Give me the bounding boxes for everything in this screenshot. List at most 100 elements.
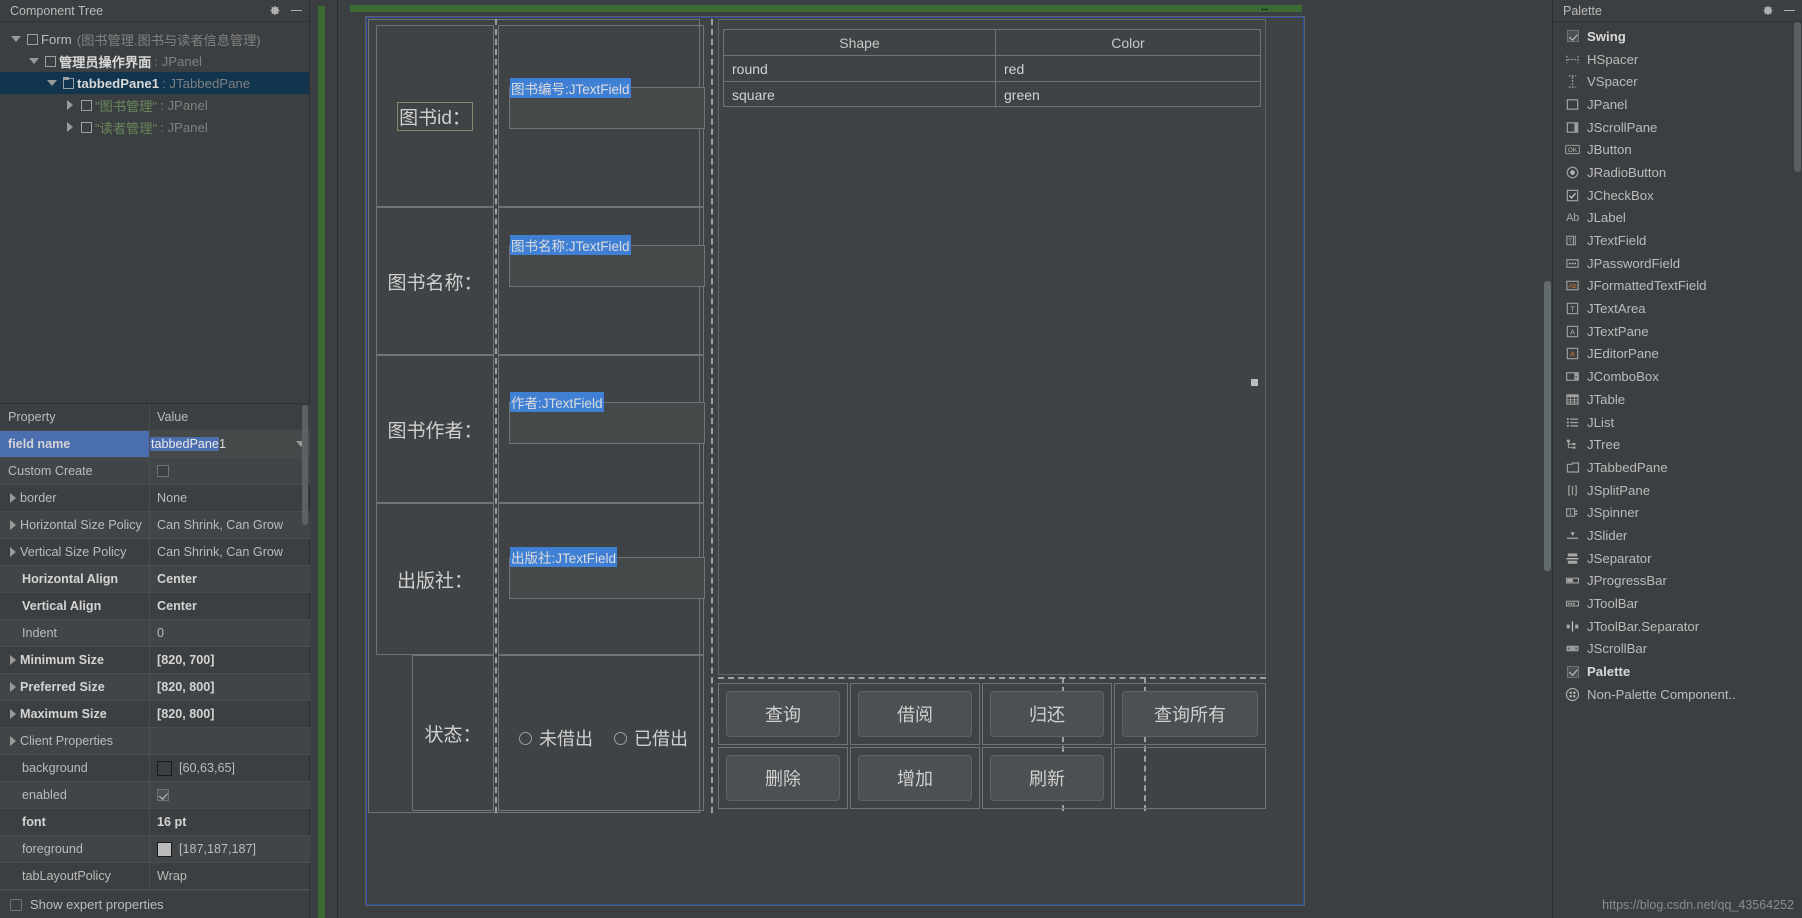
- property-value[interactable]: [820, 800]: [150, 674, 310, 700]
- form-design-canvas[interactable]: 图书id： 图书名称： 图书作者： 出版社： 状态： 图书编号:JTextFie…: [365, 16, 1305, 906]
- table-row[interactable]: square green: [724, 82, 1260, 108]
- property-row-tablayoutpolicy[interactable]: tabLayoutPolicy Wrap: [0, 863, 310, 890]
- property-row-preferred-size[interactable]: Preferred Size [820, 800]: [0, 674, 310, 701]
- property-value[interactable]: 16 pt: [150, 809, 310, 835]
- property-row-maximum-size[interactable]: Maximum Size [820, 800]: [0, 701, 310, 728]
- tree-node-admin-panel[interactable]: 管理员操作界面 : JPanel: [0, 50, 309, 72]
- canvas-vertical-scrollbar[interactable]: [1543, 16, 1552, 616]
- palette-item-jscrollbar[interactable]: JScrollBar: [1553, 638, 1802, 661]
- palette-item-jtoolbar-separator[interactable]: JToolBar.Separator: [1553, 615, 1802, 638]
- property-value[interactable]: [820, 800]: [150, 701, 310, 727]
- property-row-border[interactable]: border None: [0, 485, 310, 512]
- property-value[interactable]: [150, 728, 310, 754]
- expand-twisty-icon[interactable]: [6, 682, 20, 692]
- property-value[interactable]: [150, 458, 310, 484]
- color-swatch[interactable]: [157, 760, 172, 776]
- expand-twisty-icon[interactable]: [6, 520, 20, 530]
- palette-item-jseparator[interactable]: JSeparator: [1553, 547, 1802, 570]
- palette-item-jlist[interactable]: JList: [1553, 411, 1802, 434]
- expand-twisty-icon[interactable]: [62, 119, 78, 135]
- shape-color-jtable[interactable]: Shape Color round red square green: [723, 29, 1261, 108]
- expand-twisty-icon[interactable]: [6, 547, 20, 557]
- property-row-minimum-size[interactable]: Minimum Size [820, 700]: [0, 647, 310, 674]
- palette-item-non-palette-component[interactable]: Non-Palette Component..: [1553, 683, 1802, 706]
- property-value[interactable]: Center: [150, 566, 310, 592]
- expand-twisty-icon[interactable]: [6, 655, 20, 665]
- add-button[interactable]: 增加: [858, 755, 972, 801]
- radio-borrowed[interactable]: 已借出: [614, 725, 688, 751]
- property-value[interactable]: 0: [150, 620, 310, 646]
- canvas-resize-handle[interactable]: [1251, 379, 1258, 386]
- property-row-custom-create[interactable]: Custom Create: [0, 458, 310, 485]
- palette-item-jlabel[interactable]: Ab JLabel: [1553, 207, 1802, 230]
- tree-node-tabbedpane1[interactable]: tabbedPane1 : JTabbedPane: [0, 72, 309, 94]
- palette-item-jspinner[interactable]: 1 JSpinner: [1553, 501, 1802, 524]
- property-row-horizontal-align[interactable]: Horizontal Align Center: [0, 566, 310, 593]
- property-row-font[interactable]: font 16 pt: [0, 809, 310, 836]
- palette-item-jtree[interactable]: JTree: [1553, 433, 1802, 456]
- field-name-input[interactable]: tabbedPane 1: [150, 431, 310, 457]
- property-table-scrollbar[interactable]: [301, 403, 309, 918]
- custom-create-checkbox[interactable]: [157, 465, 169, 477]
- tree-node-book-management[interactable]: "图书管理" : JPanel: [0, 94, 309, 116]
- palette-item-jradiobutton[interactable]: JRadioButton: [1553, 161, 1802, 184]
- property-value[interactable]: [150, 782, 310, 808]
- palette-item-hspacer[interactable]: HSpacer: [1553, 48, 1802, 71]
- property-row-background[interactable]: background [60,63,65]: [0, 755, 310, 782]
- palette-item-jtoolbar[interactable]: JToolBar: [1553, 592, 1802, 615]
- show-expert-properties-checkbox[interactable]: [10, 898, 22, 911]
- resize-handle-icon[interactable]: ↔: [1257, 2, 1272, 14]
- palette-item-jbutton[interactable]: OK JButton: [1553, 138, 1802, 161]
- palette-scrollbar[interactable]: [1793, 22, 1802, 918]
- expand-twisty-icon[interactable]: [44, 75, 60, 91]
- checkbox-checked-icon[interactable]: [1565, 664, 1580, 679]
- property-value[interactable]: [187,187,187]: [150, 836, 310, 862]
- palette-group-swing[interactable]: Swing: [1553, 25, 1802, 48]
- palette-group-palette[interactable]: Palette: [1553, 660, 1802, 683]
- property-row-enabled[interactable]: enabled: [0, 782, 310, 809]
- table-column-header-shape[interactable]: Shape: [724, 30, 996, 55]
- property-row-vertical-size-policy[interactable]: Vertical Size Policy Can Shrink, Can Gro…: [0, 539, 310, 566]
- checkbox-checked-icon[interactable]: [1565, 29, 1580, 44]
- palette-item-jformattedtextfield[interactable]: Ab JFormattedTextField: [1553, 275, 1802, 298]
- palette-item-vspacer[interactable]: VSpacer: [1553, 70, 1802, 93]
- property-row-indent[interactable]: Indent 0: [0, 620, 310, 647]
- radiobutton-icon[interactable]: [614, 731, 627, 745]
- property-row-foreground[interactable]: foreground [187,187,187]: [0, 836, 310, 863]
- palette-item-jprogressbar[interactable]: JProgressBar: [1553, 570, 1802, 593]
- palette-item-jtable[interactable]: JTable: [1553, 388, 1802, 411]
- return-button[interactable]: 归还: [990, 691, 1104, 737]
- palette-item-jcombobox[interactable]: JComboBox: [1553, 365, 1802, 388]
- property-row-vertical-align[interactable]: Vertical Align Center: [0, 593, 310, 620]
- property-value[interactable]: [820, 700]: [150, 647, 310, 673]
- property-value[interactable]: [60,63,65]: [150, 755, 310, 781]
- palette-item-jtextpane[interactable]: A JTextPane: [1553, 320, 1802, 343]
- expand-twisty-icon[interactable]: [26, 53, 42, 69]
- palette-item-jcheckbox[interactable]: JCheckBox: [1553, 184, 1802, 207]
- palette-item-jtabbedpane[interactable]: JTabbedPane: [1553, 456, 1802, 479]
- table-column-header-color[interactable]: Color: [996, 30, 1260, 55]
- property-value[interactable]: Can Shrink, Can Grow: [150, 539, 310, 565]
- color-swatch[interactable]: [157, 841, 172, 857]
- property-value[interactable]: Wrap: [150, 863, 310, 889]
- tree-node-form[interactable]: Form (图书管理.图书与读者信息管理): [0, 28, 309, 50]
- palette-item-jeditorpane[interactable]: A JEditorPane: [1553, 343, 1802, 366]
- palette-item-jslider[interactable]: JSlider: [1553, 524, 1802, 547]
- minimize-icon[interactable]: [290, 4, 303, 17]
- expand-twisty-icon[interactable]: [6, 736, 20, 746]
- refresh-button[interactable]: 刷新: [990, 755, 1104, 801]
- tree-node-reader-management[interactable]: "读者管理" : JPanel: [0, 116, 309, 138]
- show-expert-properties-row[interactable]: Show expert properties: [0, 890, 309, 918]
- palette-item-jpasswordfield[interactable]: JPasswordField: [1553, 252, 1802, 275]
- property-row-client-properties[interactable]: Client Properties: [0, 728, 310, 755]
- property-value[interactable]: Can Shrink, Can Grow: [150, 512, 310, 538]
- palette-item-jtextfield[interactable]: T JTextField: [1553, 229, 1802, 252]
- radio-not-borrowed[interactable]: 未借出: [519, 725, 593, 751]
- palette-item-jscrollpane[interactable]: JScrollPane: [1553, 116, 1802, 139]
- expand-twisty-icon[interactable]: [6, 493, 20, 503]
- palette-item-jsplitpane[interactable]: JSplitPane: [1553, 479, 1802, 502]
- palette-item-jpanel[interactable]: JPanel: [1553, 93, 1802, 116]
- property-value[interactable]: Center: [150, 593, 310, 619]
- query-all-button[interactable]: 查询所有: [1122, 691, 1258, 737]
- gear-icon[interactable]: [268, 4, 281, 17]
